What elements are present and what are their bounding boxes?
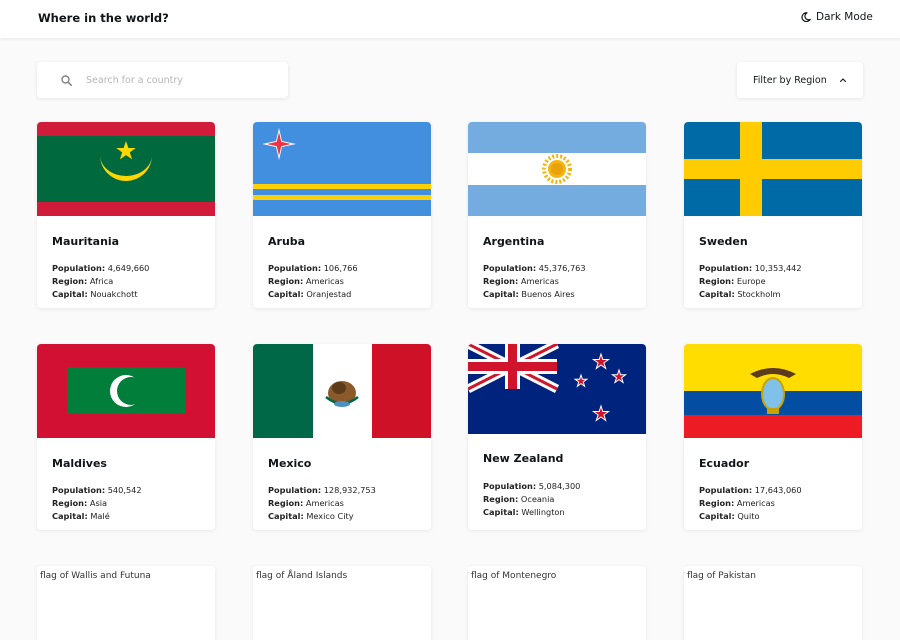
search-bar[interactable] <box>37 62 288 98</box>
capital-row: Capital: Wellington <box>483 507 565 517</box>
flag-aruba <box>253 122 431 216</box>
region-row: Region: Asia <box>52 498 108 508</box>
region-row: Region: Oceania <box>483 494 555 504</box>
country-card-argentina[interactable]: Argentina Population: 45,376,763 Region:… <box>468 122 646 308</box>
region-row: Region: Africa <box>52 276 114 286</box>
country-card-mexico[interactable]: Mexico Population: 128,932,753 Region: A… <box>253 344 431 530</box>
capital-row: Capital: Nouakchott <box>52 289 138 299</box>
search-input[interactable] <box>86 74 266 86</box>
country-card-new-zealand[interactable]: New Zealand Population: 5,084,300 Region… <box>468 344 646 530</box>
capital-row: Capital: Stockholm <box>699 289 781 299</box>
capital-row: Capital: Buenos Aires <box>483 289 575 299</box>
country-card-aruba[interactable]: Aruba Population: 106,766 Region: Americ… <box>253 122 431 308</box>
region-filter-label: Filter by Region <box>753 74 827 86</box>
country-name: Argentina <box>483 235 545 248</box>
flag-new-zealand <box>468 344 646 434</box>
flag-sweden <box>684 122 862 216</box>
country-card-loading[interactable]: flag of Pakistan <box>684 566 862 640</box>
moon-icon <box>801 12 811 22</box>
search-icon <box>61 74 72 86</box>
flag-alt-text: flag of Wallis and Futuna <box>40 571 151 581</box>
dark-mode-toggle[interactable]: Dark Mode <box>801 11 873 23</box>
chevron-up-icon <box>839 78 847 83</box>
population-row: Population: 4,649,660 <box>52 263 150 273</box>
capital-row: Capital: Oranjestad <box>268 289 352 299</box>
population-row: Population: 45,376,763 <box>483 263 586 273</box>
region-row: Region: Americas <box>483 276 559 286</box>
region-filter-dropdown[interactable]: Filter by Region <box>737 62 863 98</box>
population-row: Population: 17,643,060 <box>699 485 802 495</box>
population-row: Population: 128,932,753 <box>268 485 376 495</box>
flag-alt-text: flag of Pakistan <box>687 571 756 581</box>
country-card-loading[interactable]: flag of Åland Islands <box>253 566 431 640</box>
flag-argentina <box>468 122 646 216</box>
flag-alt-text: flag of Montenegro <box>471 571 557 581</box>
capital-row: Capital: Malé <box>52 511 110 521</box>
region-row: Region: Europe <box>699 276 766 286</box>
flag-maldives <box>37 344 215 438</box>
country-card-sweden[interactable]: Sweden Population: 10,353,442 Region: Eu… <box>684 122 862 308</box>
country-name: New Zealand <box>483 452 564 465</box>
capital-row: Capital: Mexico City <box>268 511 354 521</box>
country-name: Mauritania <box>52 235 120 248</box>
flag-alt-text: flag of Åland Islands <box>256 571 348 581</box>
population-row: Population: 540,542 <box>52 485 142 495</box>
flag-mauritania <box>37 122 215 216</box>
region-row: Region: Americas <box>699 498 775 508</box>
country-card-maldives[interactable]: Maldives Population: 540,542 Region: Asi… <box>37 344 215 530</box>
population-row: Population: 10,353,442 <box>699 263 802 273</box>
country-card-mauritania[interactable]: Mauritania Population: 4,649,660 Region:… <box>37 122 215 308</box>
dark-mode-label: Dark Mode <box>816 11 873 23</box>
population-row: Population: 106,766 <box>268 263 358 273</box>
country-card-ecuador[interactable]: Ecuador Population: 17,643,060 Region: A… <box>684 344 862 530</box>
region-row: Region: Americas <box>268 276 344 286</box>
capital-row: Capital: Quito <box>699 511 760 521</box>
app-header: Where in the world? Dark Mode <box>0 0 900 38</box>
flag-ecuador <box>684 344 862 438</box>
country-name: Maldives <box>52 457 107 470</box>
country-card-loading[interactable]: flag of Wallis and Futuna <box>37 566 215 640</box>
country-name: Sweden <box>699 235 748 248</box>
flag-mexico <box>253 344 431 438</box>
country-name: Mexico <box>268 457 312 470</box>
population-row: Population: 5,084,300 <box>483 481 581 491</box>
country-name: Ecuador <box>699 457 750 470</box>
country-name: Aruba <box>268 235 306 248</box>
app-title: Where in the world? <box>38 11 169 25</box>
region-row: Region: Americas <box>268 498 344 508</box>
country-card-loading[interactable]: flag of Montenegro <box>468 566 646 640</box>
